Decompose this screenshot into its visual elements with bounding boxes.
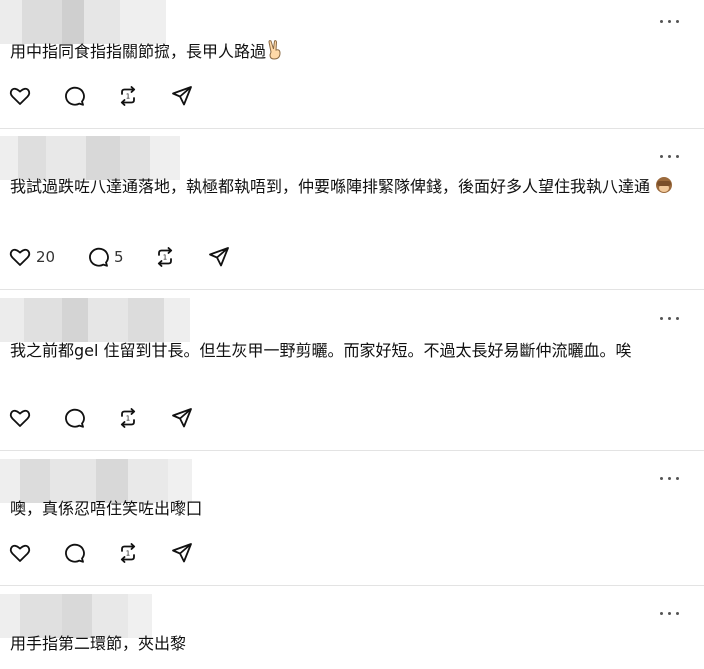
comment-icon: [89, 247, 109, 267]
like-button[interactable]: [8, 540, 62, 566]
reply-button[interactable]: [62, 83, 116, 109]
post-actions: 1: [8, 83, 224, 109]
svg-text:1: 1: [126, 415, 130, 423]
post-actions: 1: [8, 540, 224, 566]
repost-icon: 1: [120, 543, 136, 563]
svg-text:1: 1: [126, 550, 130, 558]
repost-button[interactable]: 1: [153, 244, 207, 270]
like-button[interactable]: [8, 83, 62, 109]
reply-count: 5: [114, 248, 124, 266]
more-options-icon[interactable]: [660, 474, 682, 484]
post: 我試過跌咗八達通落地，執極都執唔到，仲要喺陣排緊隊俾錢，後面好多人望住我執八達通…: [0, 129, 704, 289]
send-icon: [172, 543, 192, 563]
see-no-evil-monkey-emoji: [656, 177, 673, 193]
post: 用手指第二環節，夾出黎: [0, 586, 704, 669]
heart-icon: [9, 409, 31, 427]
post: 噢，真係忍唔住笑咗出嚟囗 1: [0, 451, 704, 585]
username-blurred[interactable]: [0, 298, 190, 342]
heart-icon: [9, 544, 31, 562]
repost-icon: 1: [157, 247, 173, 267]
share-button[interactable]: [207, 244, 261, 270]
comment-icon: [65, 408, 85, 428]
reply-button[interactable]: 5: [86, 244, 153, 270]
like-count: 20: [36, 248, 56, 266]
more-options-icon[interactable]: [660, 152, 682, 162]
send-icon: [172, 408, 192, 428]
share-button[interactable]: [170, 83, 224, 109]
post-actions: 20 5 1: [8, 244, 261, 270]
heart-icon: [9, 87, 31, 105]
send-icon: [172, 86, 192, 106]
heart-icon: [9, 248, 31, 266]
reply-button[interactable]: [62, 405, 116, 431]
more-options-icon[interactable]: [660, 609, 682, 619]
svg-text:1: 1: [163, 254, 167, 262]
like-button[interactable]: [8, 405, 62, 431]
post-actions: 1: [8, 405, 224, 431]
send-icon: [209, 247, 229, 267]
share-button[interactable]: [170, 540, 224, 566]
more-options-icon[interactable]: [660, 17, 682, 27]
svg-text:1: 1: [126, 93, 130, 101]
like-button[interactable]: 20: [8, 244, 86, 270]
share-button[interactable]: [170, 405, 224, 431]
post-text: 用手指第二環節，夾出黎: [10, 634, 187, 653]
repost-button[interactable]: 1: [116, 540, 170, 566]
post: 用中指同食指指關節搲，長甲人路過 1: [0, 0, 704, 128]
post-text: 用中指同食指指關節搲，長甲人路過: [10, 38, 694, 66]
post-text: 我之前都gel 住留到甘長。但生灰甲一野剪曬。而家好短。不過太長好易斷仲流曬血。…: [10, 341, 632, 360]
reply-button[interactable]: [62, 540, 116, 566]
comment-icon: [65, 86, 85, 106]
repost-icon: 1: [120, 408, 136, 428]
post: 我之前都gel 住留到甘長。但生灰甲一野剪曬。而家好短。不過太長好易斷仲流曬血。…: [0, 290, 704, 450]
post-text: 噢，真係忍唔住笑咗出嚟囗: [10, 499, 203, 518]
repost-icon: 1: [120, 86, 136, 106]
more-options-icon[interactable]: [660, 314, 682, 324]
repost-button[interactable]: 1: [116, 83, 170, 109]
victory-hand-emoji: [268, 40, 281, 60]
repost-button[interactable]: 1: [116, 405, 170, 431]
post-text: 我試過跌咗八達通落地，執極都執唔到，仲要喺陣排緊隊俾錢，後面好多人望住我執八達通: [10, 173, 694, 201]
comment-icon: [65, 543, 85, 563]
